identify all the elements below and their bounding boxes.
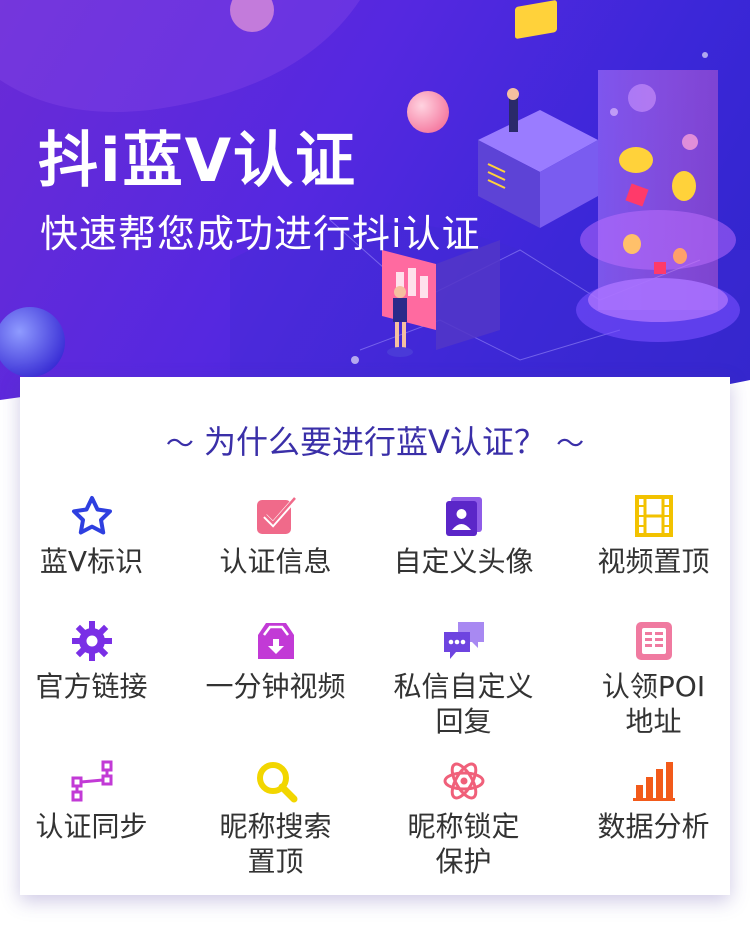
document-icon	[635, 622, 672, 660]
bar-chart-icon	[632, 762, 675, 801]
profile-card-icon	[445, 497, 482, 536]
feature-blue-v-badge[interactable]: 蓝V标识	[3, 494, 180, 579]
feature-verify-info[interactable]: 认证信息	[187, 494, 364, 579]
benefits-heading: 〜 为什么要进行蓝V认证？ 〜	[20, 417, 730, 463]
atom-icon	[443, 762, 484, 800]
page-title: 抖i蓝V认证	[38, 126, 358, 196]
feature-official-link[interactable]: 官方链接	[3, 619, 180, 704]
feature-custom-reply[interactable]: 私信自定义 回复	[375, 619, 552, 739]
feature-verify-sync[interactable]: 认证同步	[3, 759, 180, 844]
feature-label: 官方链接	[35, 670, 148, 703]
feature-label: 认领POI 地址	[601, 670, 706, 738]
sync-nodes-icon	[71, 760, 112, 802]
feature-claim-poi[interactable]: 认领POI 地址	[565, 619, 742, 739]
feature-label: 私信自定义 回复	[393, 670, 534, 738]
checkbox-icon	[256, 497, 297, 534]
feature-label: 一分钟视频	[205, 670, 346, 703]
search-icon	[256, 762, 297, 803]
feature-label: 昵称锁定 保护	[407, 810, 520, 878]
feature-label: 认证信息	[219, 545, 332, 578]
feature-label: 视频置顶	[597, 545, 710, 578]
feature-label: 蓝V标识	[39, 545, 144, 578]
gear-icon	[71, 621, 112, 661]
chat-icon	[443, 622, 484, 659]
feature-label: 自定义头像	[393, 545, 534, 578]
film-icon	[634, 495, 673, 537]
star-icon	[71, 496, 112, 535]
feature-data-analysis[interactable]: 数据分析	[565, 759, 742, 844]
feature-one-minute-video[interactable]: 一分钟视频	[187, 619, 364, 704]
feature-label: 数据分析	[597, 810, 710, 843]
benefits-heading-text: 为什么要进行蓝V认证？	[204, 423, 546, 461]
page-subtitle: 快速帮您成功进行抖i认证	[40, 212, 481, 256]
feature-label: 昵称搜索 置顶	[219, 810, 332, 878]
feature-nickname-lock[interactable]: 昵称锁定 保护	[375, 759, 552, 879]
feature-video-pin[interactable]: 视频置顶	[565, 494, 742, 579]
wave-decoration-right: 〜	[556, 427, 585, 460]
feature-custom-avatar[interactable]: 自定义头像	[375, 494, 552, 579]
feature-label: 认证同步	[35, 810, 148, 843]
feature-nickname-search-pin[interactable]: 昵称搜索 置顶	[187, 759, 364, 879]
download-box-icon	[257, 623, 294, 659]
wave-decoration-left: 〜	[165, 427, 194, 460]
benefits-card: 〜 为什么要进行蓝V认证？ 〜 蓝V标识 认证信息 自定义头像 视频置顶 官方链…	[20, 377, 730, 895]
